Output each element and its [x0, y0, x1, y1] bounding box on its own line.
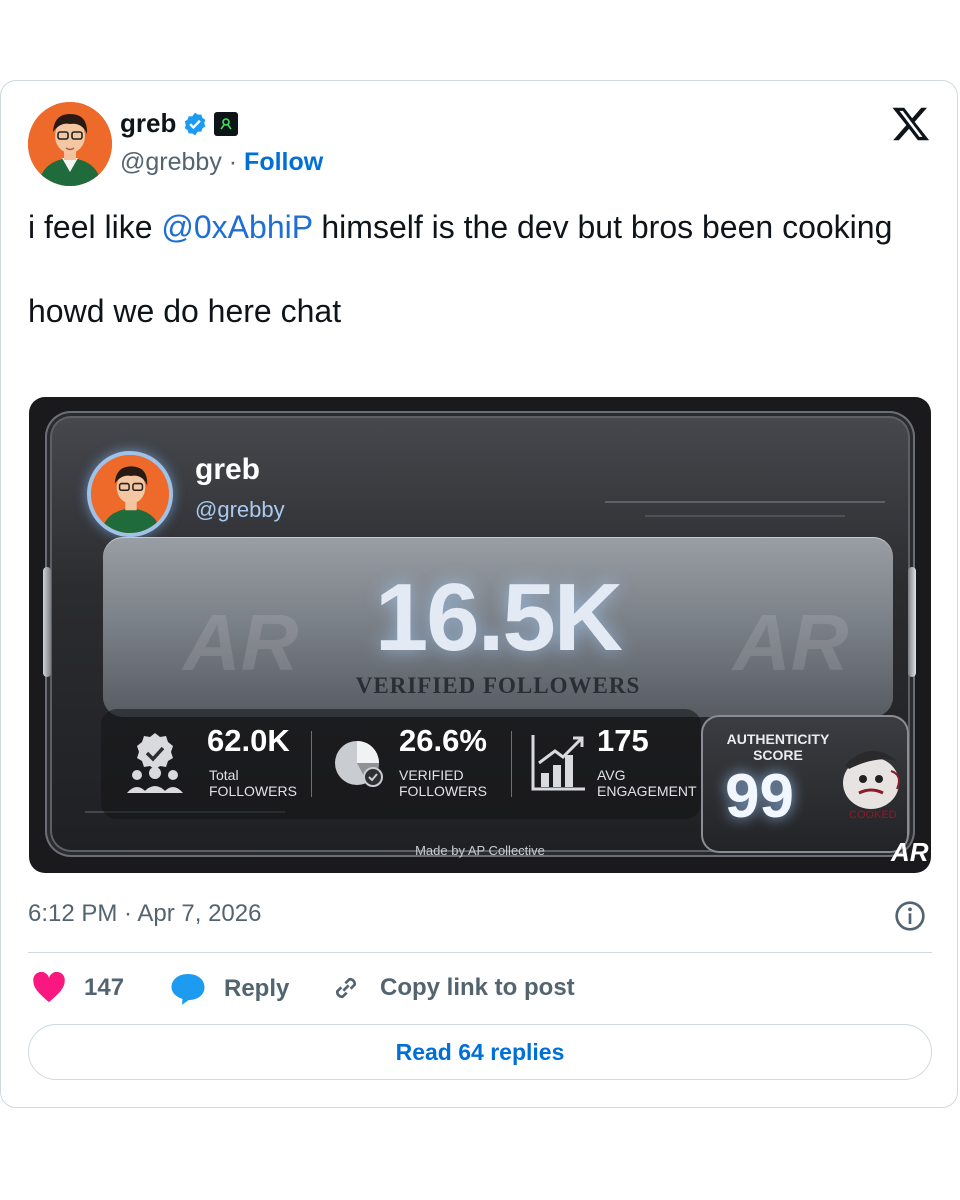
- card-handle: @grebby: [195, 497, 285, 522]
- author-avatar[interactable]: [28, 102, 112, 186]
- info-icon[interactable]: [894, 900, 926, 932]
- pie-chart-icon: [335, 741, 383, 787]
- x-logo-icon[interactable]: [890, 104, 932, 144]
- authenticity-title: AUTHENTICITY SCORE: [713, 731, 843, 763]
- decor-bar: [908, 567, 916, 677]
- read-replies-button[interactable]: Read 64 replies: [28, 1024, 932, 1080]
- reply-bubble-icon: [171, 974, 205, 1005]
- tweet-text-part: himself is the dev but bros been cooking: [312, 209, 893, 245]
- copy-link-button[interactable]: Copy link to post: [330, 972, 575, 1004]
- handle-separator: ·: [221, 148, 245, 176]
- stats-row: 62.0K Total FOLLOWERS 26.6% VERIFIED FOL…: [101, 709, 701, 819]
- total-followers-label: FOLLOWERS: [209, 783, 297, 799]
- avg-engagement-label: ENGAGEMENT: [597, 783, 697, 799]
- reply-button[interactable]: Reply: [170, 972, 289, 1006]
- tweet-text-part: i feel like: [28, 209, 162, 245]
- decor-line: [605, 501, 885, 503]
- avg-engagement-label: AVG: [597, 767, 626, 783]
- verified-people-icon: [127, 733, 183, 793]
- verified-percent-value: 26.6%: [399, 723, 487, 758]
- total-followers-value: 62.0K: [207, 723, 290, 758]
- tweet-timestamp[interactable]: 6:12 PM · Apr 7, 2026: [28, 900, 261, 928]
- media-image[interactable]: greb @grebby AR AR 16.5K VERIFIED FOLLOW…: [29, 397, 931, 873]
- verified-percent-label: FOLLOWERS: [399, 783, 487, 799]
- copy-link-label: Copy link to post: [380, 974, 575, 1001]
- made-by-credit: Made by AP Collective: [415, 843, 545, 858]
- decor-bar: [43, 567, 51, 677]
- stat-divider: [511, 731, 512, 797]
- decor-line: [645, 515, 845, 517]
- cooked-badge-text: COOKED: [849, 809, 897, 821]
- authenticity-score-value: 99: [725, 762, 794, 831]
- follow-button[interactable]: Follow: [244, 148, 323, 176]
- divider: [28, 952, 932, 953]
- affiliation-badge-icon: [214, 111, 239, 136]
- authenticity-score-panel: AUTHENTICITY SCORE 99 COOKED: [701, 715, 909, 853]
- heart-icon: [33, 972, 65, 1003]
- like-count: 147: [84, 974, 125, 1001]
- link-icon: [335, 977, 357, 999]
- verified-followers-value: 16.5K: [374, 564, 623, 671]
- stats-card-panel: greb @grebby AR AR 16.5K VERIFIED FOLLOW…: [45, 411, 929, 867]
- tweet-body: i feel like @0xAbhiP himself is the dev …: [28, 206, 928, 332]
- card-name: greb: [195, 453, 261, 486]
- headline-panel: AR AR 16.5K VERIFIED FOLLOWERS: [103, 537, 893, 717]
- verified-percent-label: VERIFIED: [399, 767, 464, 783]
- mention-link[interactable]: @0xAbhiP: [161, 209, 312, 245]
- card-avatar: [87, 451, 173, 537]
- like-button[interactable]: 147: [32, 972, 124, 1004]
- authenticity-title-line: AUTHENTICITY: [726, 731, 830, 747]
- verified-followers-label: VERIFIED FOLLOWERS: [355, 673, 641, 698]
- avg-engagement-value: 175: [597, 723, 649, 758]
- author-handle[interactable]: @grebby: [120, 148, 222, 176]
- growth-chart-icon: [531, 735, 585, 791]
- verified-badge-icon: [185, 112, 206, 135]
- ap-collective-logo: AR: [891, 837, 929, 867]
- cooked-mascot-icon: [843, 750, 900, 809]
- total-followers-label: Total: [209, 767, 239, 783]
- reply-label: Reply: [224, 975, 290, 1002]
- stat-divider: [311, 731, 312, 797]
- author-display-name[interactable]: greb: [120, 108, 176, 139]
- tweet-text-line2: howd we do here chat: [28, 293, 342, 329]
